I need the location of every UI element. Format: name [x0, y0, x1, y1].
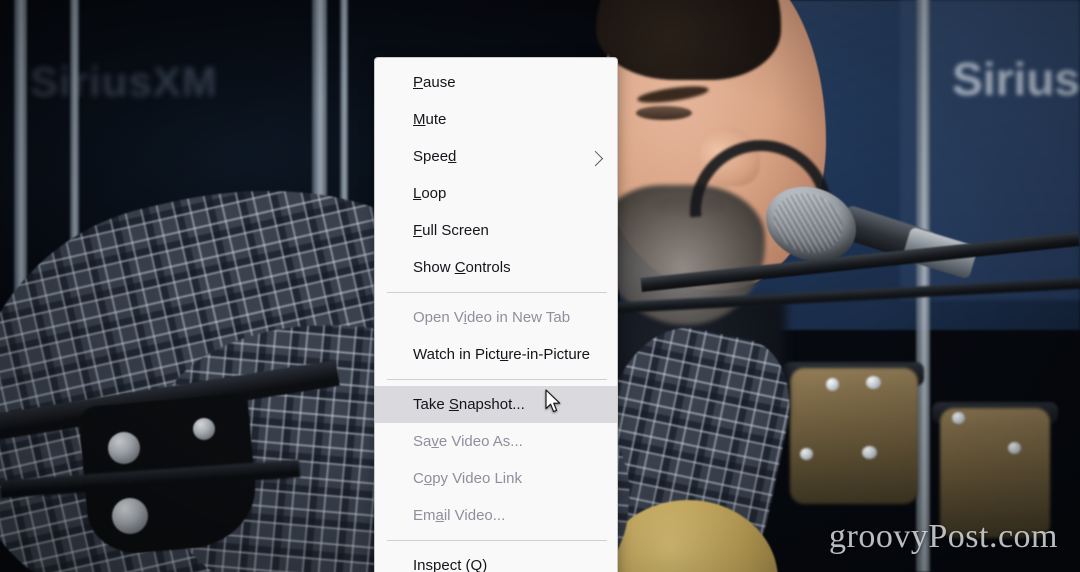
menu-item-accesskey: o — [423, 470, 433, 487]
menu-item-label: Open Video in New Tab — [413, 309, 571, 326]
menu-item-label: Inspect (Q) — [413, 557, 488, 572]
window-mullion — [14, 0, 27, 320]
menu-item-label: Speed — [413, 148, 457, 165]
screenshot-root: SiriusXM Sirius groovyPost.com Pause Mut… — [0, 0, 1080, 572]
menu-item-show-controls[interactable]: Show Controls — [375, 249, 617, 286]
menu-item-open-video-in-new-tab: Open Video in New Tab — [375, 299, 617, 336]
backdrop-logo-text-right: Sirius — [952, 53, 1080, 105]
menu-item-label: Email Video... — [413, 507, 506, 524]
menu-item-label: Show Controls — [413, 259, 511, 276]
menu-item-speed[interactable]: Speed — [375, 138, 617, 175]
menu-item-take-snapshot[interactable]: Take Snapshot... — [375, 386, 617, 423]
menu-item-pause[interactable]: Pause — [375, 64, 617, 101]
menu-item-full-screen[interactable]: Full Screen — [375, 212, 617, 249]
menu-item-label: Loop — [413, 185, 447, 202]
menu-separator — [387, 540, 607, 541]
drum-lug — [952, 412, 965, 424]
menu-separator — [387, 292, 607, 293]
chevron-right-icon — [587, 150, 604, 166]
drum-lug — [1008, 442, 1021, 454]
menu-item-accesskey: v — [431, 433, 439, 450]
performer-hair — [596, 0, 781, 80]
menu-item-label: Save Video As... — [413, 433, 523, 450]
drum-lug — [866, 376, 881, 389]
menu-item-label: Watch in Picture-in-Picture — [413, 346, 590, 363]
video-context-menu[interactable]: Pause Mute Speed Loop Full Screen Show Contro… — [374, 57, 618, 572]
menu-item-copy-video-link: Copy Video Link — [375, 460, 617, 497]
menu-item-watch-in-picture-in-picture[interactable]: Watch in Picture-in-Picture — [375, 336, 617, 373]
drum-lug — [826, 378, 839, 391]
menu-item-accesskey: u — [499, 346, 509, 363]
menu-item-accesskey: i — [463, 309, 467, 326]
mic-stand-knob — [108, 432, 140, 464]
mic-stand-knob — [112, 498, 148, 534]
menu-item-label: Full Screen — [413, 222, 489, 239]
menu-item-accesskey: S — [448, 396, 459, 413]
menu-separator — [387, 379, 607, 380]
menu-item-accesskey: P — [413, 74, 424, 91]
menu-item-accesskey: M — [413, 111, 426, 128]
menu-item-inspect-q[interactable]: Inspect (Q) — [375, 547, 617, 572]
menu-item-accesskey: C — [454, 259, 466, 276]
menu-item-accesskey: L — [413, 185, 422, 202]
menu-item-accesskey: d — [448, 148, 457, 165]
drum — [790, 368, 918, 504]
menu-item-loop[interactable]: Loop — [375, 175, 617, 212]
menu-item-label: Copy Video Link — [413, 470, 522, 487]
performer-eye — [636, 106, 692, 120]
mic-stand-knob — [193, 418, 215, 440]
menu-item-email-video: Email Video... — [375, 497, 617, 534]
menu-item-label: Take Snapshot... — [413, 396, 525, 413]
menu-item-mute[interactable]: Mute — [375, 101, 617, 138]
menu-item-save-video-as: Save Video As... — [375, 423, 617, 460]
backdrop-logo-text-left: SiriusXM — [30, 58, 218, 105]
menu-item-label: Mute — [413, 111, 447, 128]
drum-lug — [862, 446, 877, 459]
menu-item-label: Pause — [413, 74, 456, 91]
drum-lug — [800, 448, 813, 460]
menu-item-accesskey: F — [413, 222, 423, 239]
menu-item-accesskey: a — [435, 507, 444, 524]
watermark: groovyPost.com — [829, 518, 1058, 555]
